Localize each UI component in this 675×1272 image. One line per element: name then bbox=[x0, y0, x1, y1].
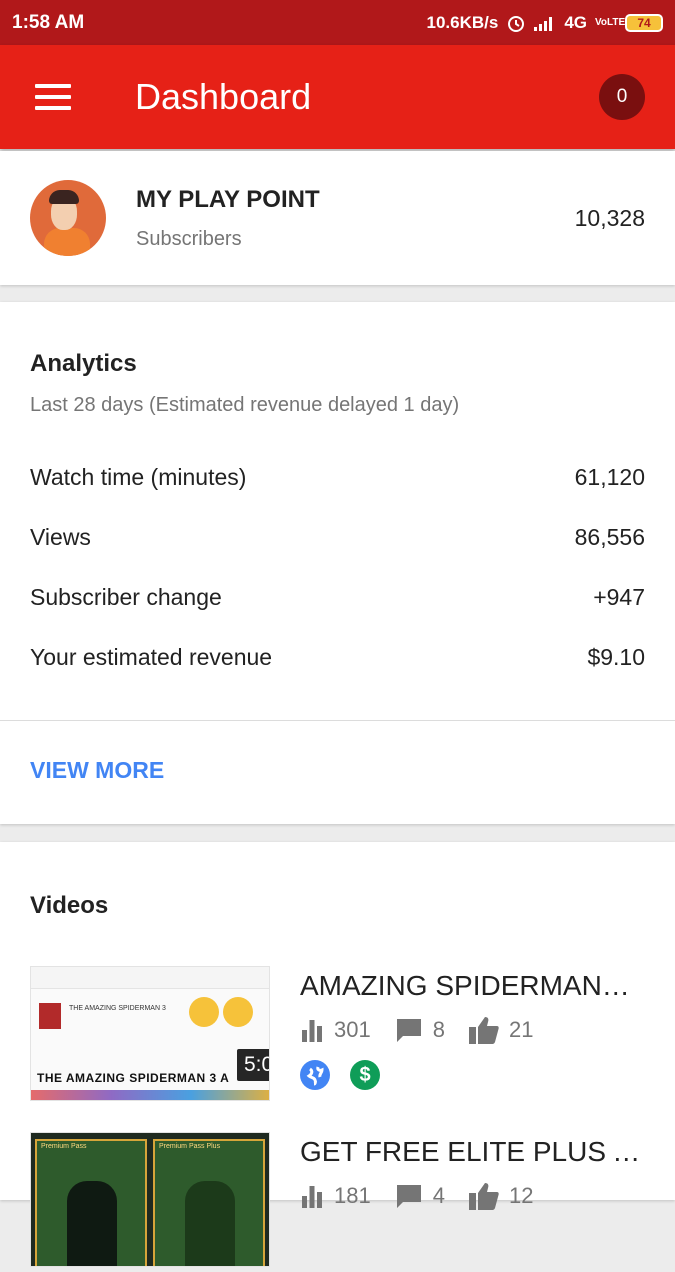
video-thumbnail[interactable]: THE AMAZING SPIDERMAN 3 THE AMAZING SPID… bbox=[30, 966, 270, 1101]
metric-value: 86,556 bbox=[574, 524, 645, 550]
metric-label: Views bbox=[30, 524, 91, 550]
volte-indicator: VoLTE bbox=[595, 16, 626, 28]
channel-card[interactable]: MY PLAY POINT Subscribers 10,328 bbox=[0, 151, 675, 285]
views-stat: 181 bbox=[300, 1183, 371, 1209]
likes-count: 21 bbox=[508, 1017, 534, 1042]
metric-row-subscriber-change: Subscriber change +947 bbox=[30, 584, 645, 611]
thumbnail-label: Premium Pass bbox=[41, 1143, 87, 1150]
comment-icon bbox=[396, 1185, 421, 1208]
videos-card: Videos THE AMAZING SPIDERMAN 3 THE AMAZI… bbox=[0, 842, 675, 1267]
analytics-card: Analytics Last 28 days (Estimated revenu… bbox=[0, 302, 675, 824]
thumbnail-banner: THE AMAZING SPIDERMAN 3 A bbox=[37, 1071, 230, 1085]
metric-value: +947 bbox=[593, 584, 645, 610]
video-item[interactable]: THE AMAZING SPIDERMAN 3 THE AMAZING SPID… bbox=[0, 966, 675, 1106]
video-title: AMAZING SPIDERMAN… bbox=[300, 970, 630, 1001]
videos-title: Videos bbox=[30, 892, 109, 919]
signal-icon bbox=[534, 16, 553, 31]
thumbs-up-icon bbox=[468, 1183, 499, 1210]
likes-stat: 12 bbox=[468, 1182, 534, 1210]
comments-count: 4 bbox=[432, 1183, 445, 1208]
subscribers-label: Subscribers bbox=[136, 227, 242, 250]
bar-chart-icon bbox=[302, 1020, 322, 1042]
video-stats: 181 4 12 bbox=[300, 1182, 557, 1210]
video-badges: $ bbox=[300, 1060, 380, 1090]
comments-count: 8 bbox=[432, 1017, 445, 1042]
comment-icon bbox=[396, 1019, 421, 1042]
thumbnail-app-name: THE AMAZING SPIDERMAN 3 bbox=[69, 1005, 166, 1012]
analytics-subtitle: Last 28 days (Estimated revenue delayed … bbox=[30, 394, 460, 416]
divider bbox=[0, 720, 675, 721]
likes-stat: 21 bbox=[468, 1016, 534, 1044]
bar-chart-icon bbox=[302, 1186, 322, 1208]
video-stats: 301 8 21 bbox=[300, 1016, 557, 1044]
metric-row-watch-time: Watch time (minutes) 61,120 bbox=[30, 464, 645, 491]
views-count: 181 bbox=[334, 1183, 371, 1208]
comments-stat: 8 bbox=[395, 1017, 445, 1043]
views-count: 301 bbox=[334, 1017, 371, 1042]
thumbs-up-icon bbox=[468, 1017, 499, 1044]
alarm-icon bbox=[508, 15, 525, 32]
likes-count: 12 bbox=[508, 1183, 534, 1208]
thumbnail-label: Premium Pass Plus bbox=[159, 1143, 221, 1150]
views-stat: 301 bbox=[300, 1017, 371, 1043]
analytics-title: Analytics bbox=[30, 350, 137, 377]
video-duration: 5:04 bbox=[237, 1049, 269, 1081]
network-type: 4G bbox=[564, 12, 587, 32]
metric-value: $9.10 bbox=[587, 644, 645, 670]
network-speed: 10.6KB/s bbox=[426, 12, 499, 32]
channel-name: MY PLAY POINT bbox=[136, 185, 320, 213]
avatar bbox=[30, 180, 106, 256]
status-time: 1:58 AM bbox=[12, 11, 85, 33]
channel-info: MY PLAY POINT Subscribers bbox=[136, 186, 320, 251]
metric-row-revenue: Your estimated revenue $9.10 bbox=[30, 644, 645, 671]
metric-row-views: Views 86,556 bbox=[30, 524, 645, 551]
notification-badge[interactable]: 0 bbox=[599, 74, 645, 120]
comments-stat: 4 bbox=[395, 1183, 445, 1209]
metric-label: Your estimated revenue bbox=[30, 644, 273, 670]
app-bar: Dashboard 0 bbox=[0, 45, 675, 149]
metric-label: Subscriber change bbox=[30, 584, 222, 610]
globe-icon bbox=[300, 1060, 330, 1090]
subscriber-count: 10,328 bbox=[574, 204, 645, 231]
status-bar: 1:58 AM 10.6KB/s 4G VoLTE 74 bbox=[0, 0, 675, 45]
dollar-icon: $ bbox=[350, 1060, 380, 1090]
menu-icon[interactable] bbox=[35, 84, 71, 110]
battery-icon: 74 bbox=[625, 13, 663, 32]
metric-value: 61,120 bbox=[574, 464, 645, 490]
status-indicators: 10.6KB/s 4G VoLTE 74 bbox=[426, 13, 663, 33]
video-item[interactable]: Premium Pass Premium Pass Plus GET FREE … bbox=[0, 1132, 675, 1272]
page-title: Dashboard bbox=[135, 76, 312, 117]
video-title: GET FREE ELITE PLUS A… bbox=[300, 1136, 645, 1167]
metric-label: Watch time (minutes) bbox=[30, 464, 247, 490]
view-more-button[interactable]: VIEW MORE bbox=[30, 757, 164, 784]
